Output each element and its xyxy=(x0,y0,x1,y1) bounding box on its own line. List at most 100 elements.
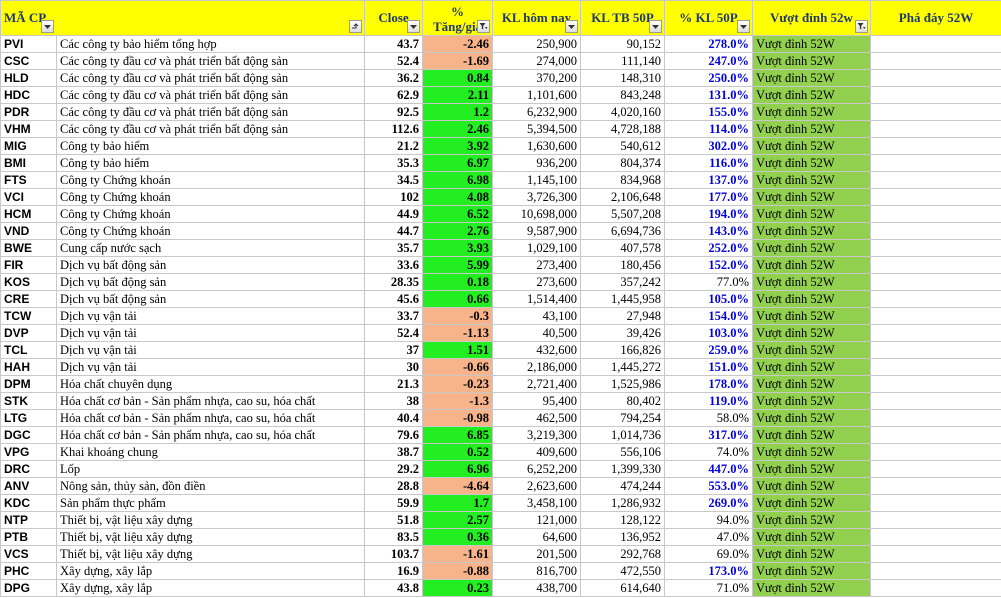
cell-volume-pct50[interactable]: 155.0% xyxy=(664,103,753,121)
cell-percent-change[interactable]: 6.97 xyxy=(422,154,493,172)
cell-volume-pct50[interactable]: 247.0% xyxy=(664,52,753,70)
cell-volume-pct50[interactable]: 317.0% xyxy=(664,426,753,444)
cell-high52[interactable]: Vượt đỉnh 52W xyxy=(752,375,871,393)
cell-percent-change[interactable]: 2.76 xyxy=(422,222,493,240)
table-row[interactable]: CRE Dịch vụ bất động sản 45.6 0.66 1,514,400… xyxy=(0,290,1001,308)
table-row[interactable]: VCI Công ty Chứng khoán 102 4.08 3,726,300 2,… xyxy=(0,188,1001,206)
cell-sector[interactable]: Dịch vụ bất động sản xyxy=(56,273,365,291)
cell-volume-pct50[interactable]: 105.0% xyxy=(664,290,753,308)
cell-close-price[interactable]: 36.2 xyxy=(364,69,423,87)
cell-volume-today[interactable]: 10,698,000 xyxy=(492,205,581,223)
cell-percent-change[interactable]: 1.2 xyxy=(422,103,493,121)
cell-volume-today[interactable]: 6,232,900 xyxy=(492,103,581,121)
cell-percent-change[interactable]: 0.84 xyxy=(422,69,493,87)
cell-volume-avg50[interactable]: 540,612 xyxy=(580,137,665,155)
cell-high52[interactable]: Vượt đỉnh 52W xyxy=(752,120,871,138)
cell-close-price[interactable]: 45.6 xyxy=(364,290,423,308)
cell-low52[interactable] xyxy=(870,103,1001,121)
cell-stock-code[interactable]: PTB xyxy=(0,528,57,546)
column-header-volume-pct50[interactable]: % KL 50P xyxy=(664,0,753,36)
cell-volume-avg50[interactable]: 39,426 xyxy=(580,324,665,342)
cell-volume-today[interactable]: 816,700 xyxy=(492,562,581,580)
cell-volume-pct50[interactable]: 177.0% xyxy=(664,188,753,206)
column-header-change[interactable]: % Tăng/giả xyxy=(422,0,493,36)
cell-volume-pct50[interactable]: 151.0% xyxy=(664,358,753,376)
cell-volume-today[interactable]: 370,200 xyxy=(492,69,581,87)
cell-stock-code[interactable]: CSC xyxy=(0,52,57,70)
cell-volume-avg50[interactable]: 1,445,958 xyxy=(580,290,665,308)
cell-high52[interactable]: Vượt đỉnh 52W xyxy=(752,562,871,580)
cell-percent-change[interactable]: 1.51 xyxy=(422,341,493,359)
cell-high52[interactable]: Vượt đỉnh 52W xyxy=(752,324,871,342)
cell-volume-avg50[interactable]: 1,014,736 xyxy=(580,426,665,444)
cell-percent-change[interactable]: -1.61 xyxy=(422,545,493,563)
cell-volume-pct50[interactable]: 194.0% xyxy=(664,205,753,223)
cell-volume-avg50[interactable]: 1,286,932 xyxy=(580,494,665,512)
cell-close-price[interactable]: 21.3 xyxy=(364,375,423,393)
filter-active-icon[interactable] xyxy=(855,20,868,33)
cell-low52[interactable] xyxy=(870,307,1001,325)
cell-percent-change[interactable]: 1.7 xyxy=(422,494,493,512)
cell-sector[interactable]: Dịch vụ vận tải xyxy=(56,341,365,359)
cell-percent-change[interactable]: 6.96 xyxy=(422,460,493,478)
cell-volume-pct50[interactable]: 553.0% xyxy=(664,477,753,495)
cell-volume-avg50[interactable]: 556,106 xyxy=(580,443,665,461)
cell-close-price[interactable]: 34.5 xyxy=(364,171,423,189)
cell-percent-change[interactable]: 6.85 xyxy=(422,426,493,444)
cell-stock-code[interactable]: VPG xyxy=(0,443,57,461)
cell-sector[interactable]: Công ty bảo hiểm xyxy=(56,154,365,172)
table-row[interactable]: VPG Khai khoáng chung 38.7 0.52 409,600 556,1… xyxy=(0,443,1001,461)
cell-high52[interactable]: Vượt đỉnh 52W xyxy=(752,205,871,223)
cell-high52[interactable]: Vượt đỉnh 52W xyxy=(752,52,871,70)
cell-volume-pct50[interactable]: 269.0% xyxy=(664,494,753,512)
cell-low52[interactable] xyxy=(870,290,1001,308)
cell-sector[interactable]: Công ty bảo hiểm xyxy=(56,137,365,155)
cell-volume-avg50[interactable]: 4,728,188 xyxy=(580,120,665,138)
cell-percent-change[interactable]: 2.46 xyxy=(422,120,493,138)
cell-volume-avg50[interactable]: 834,968 xyxy=(580,171,665,189)
table-row[interactable]: HCM Công ty Chứng khoán 44.9 6.52 10,698,000… xyxy=(0,205,1001,223)
cell-low52[interactable] xyxy=(870,239,1001,257)
cell-close-price[interactable]: 52.4 xyxy=(364,52,423,70)
cell-close-price[interactable]: 29.2 xyxy=(364,460,423,478)
cell-volume-today[interactable]: 40,500 xyxy=(492,324,581,342)
cell-low52[interactable] xyxy=(870,511,1001,529)
cell-low52[interactable] xyxy=(870,52,1001,70)
cell-close-price[interactable]: 30 xyxy=(364,358,423,376)
cell-volume-avg50[interactable]: 5,507,208 xyxy=(580,205,665,223)
column-header-low52[interactable]: Phá đáy 52W xyxy=(870,0,1001,36)
cell-volume-today[interactable]: 1,514,400 xyxy=(492,290,581,308)
cell-high52[interactable]: Vượt đỉnh 52W xyxy=(752,443,871,461)
cell-close-price[interactable]: 28.8 xyxy=(364,477,423,495)
cell-stock-code[interactable]: PHC xyxy=(0,562,57,580)
table-row[interactable]: TCL Dịch vụ vận tải 37 1.51 432,600 166,826 25… xyxy=(0,341,1001,359)
cell-volume-today[interactable]: 5,394,500 xyxy=(492,120,581,138)
cell-close-price[interactable]: 28.35 xyxy=(364,273,423,291)
cell-percent-change[interactable]: -0.66 xyxy=(422,358,493,376)
cell-volume-pct50[interactable]: 173.0% xyxy=(664,562,753,580)
cell-high52[interactable]: Vượt đỉnh 52W xyxy=(752,103,871,121)
cell-stock-code[interactable]: CRE xyxy=(0,290,57,308)
cell-sector[interactable]: Dịch vụ bất động sản xyxy=(56,256,365,274)
table-row[interactable]: LTG Hóa chất cơ bản - Sản phẩm nhựa, cao … xyxy=(0,409,1001,427)
cell-high52[interactable]: Vượt đỉnh 52W xyxy=(752,460,871,478)
cell-volume-today[interactable]: 121,000 xyxy=(492,511,581,529)
cell-low52[interactable] xyxy=(870,35,1001,53)
cell-volume-pct50[interactable]: 302.0% xyxy=(664,137,753,155)
cell-close-price[interactable]: 59.9 xyxy=(364,494,423,512)
column-header-volume-avg50[interactable]: KL TB 50P xyxy=(580,0,665,36)
cell-stock-code[interactable]: NTP xyxy=(0,511,57,529)
cell-low52[interactable] xyxy=(870,188,1001,206)
cell-close-price[interactable]: 102 xyxy=(364,188,423,206)
cell-volume-pct50[interactable]: 116.0% xyxy=(664,154,753,172)
cell-volume-today[interactable]: 438,700 xyxy=(492,579,581,597)
cell-stock-code[interactable]: DPG xyxy=(0,579,57,597)
cell-sector[interactable]: Công ty Chứng khoán xyxy=(56,188,365,206)
column-header-volume-today[interactable]: KL hôm nay xyxy=(492,0,581,36)
cell-volume-pct50[interactable]: 259.0% xyxy=(664,341,753,359)
table-row[interactable]: DPM Hóa chất chuyên dụng 21.3 -0.23 2,721,40… xyxy=(0,375,1001,393)
cell-volume-pct50[interactable]: 131.0% xyxy=(664,86,753,104)
cell-volume-pct50[interactable]: 69.0% xyxy=(664,545,753,563)
cell-stock-code[interactable]: BWE xyxy=(0,239,57,257)
cell-stock-code[interactable]: ANV xyxy=(0,477,57,495)
